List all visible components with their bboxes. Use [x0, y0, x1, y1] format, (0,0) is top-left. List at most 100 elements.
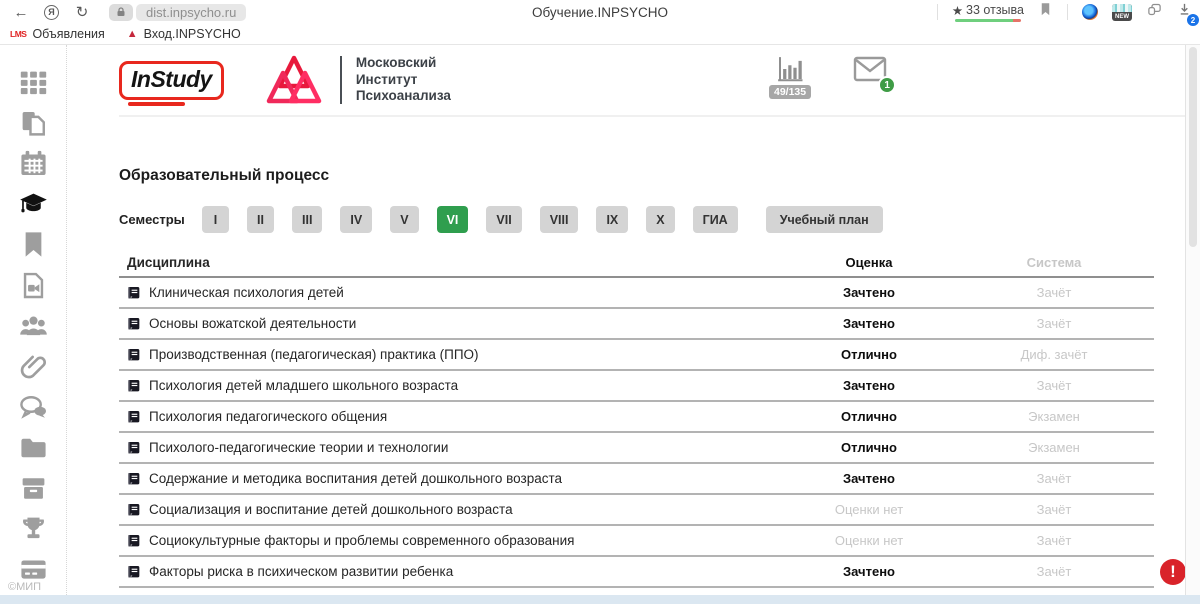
institute-logo[interactable]: Московский Институт Психоанализа: [266, 54, 451, 106]
sidebar-item-documents[interactable]: [16, 109, 50, 139]
semester-tab-учебный-план[interactable]: Учебный план: [766, 206, 883, 233]
grade-value: Оценки нет: [784, 533, 954, 548]
scrollbar[interactable]: [1185, 45, 1200, 595]
semester-tab-viii[interactable]: VIII: [540, 206, 579, 233]
table-row[interactable]: Клиническая психология детей Зачтено Зач…: [119, 278, 1154, 309]
discipline-label: Содержание и методика воспитания детей д…: [149, 471, 562, 486]
discipline-label: Производственная (педагогическая) практи…: [149, 347, 479, 362]
grade-value: Зачтено: [784, 316, 954, 331]
sidebar-item-archive[interactable]: [16, 473, 50, 503]
semester-tabs: IIIIIIIVVVIVIIVIIIIXXГИАУчебный план: [202, 206, 883, 233]
logo-divider: [340, 56, 342, 104]
mail-button[interactable]: 1: [853, 56, 887, 87]
semester-tab-v[interactable]: V: [390, 206, 418, 233]
divider: [937, 4, 938, 20]
extension-tabs-icon[interactable]: [1146, 2, 1163, 22]
sidebar-item-video-materials[interactable]: [16, 271, 50, 301]
col-system: Система: [954, 255, 1154, 270]
table-row[interactable]: Содержание и методика воспитания детей д…: [119, 464, 1154, 495]
bookmark-icon[interactable]: [1038, 2, 1053, 22]
table-header: Дисциплина Оценка Система: [119, 255, 1154, 278]
sidebar-item-education[interactable]: [16, 190, 50, 220]
alert-icon[interactable]: !: [1160, 559, 1186, 585]
sidebar-item-payments[interactable]: [16, 554, 50, 584]
system-value: Зачёт: [954, 285, 1154, 300]
back-icon[interactable]: ←: [8, 4, 34, 21]
bar-chart-icon: [775, 54, 805, 84]
bookmark-item-announcements[interactable]: LMS Объявления: [10, 27, 105, 41]
table-row[interactable]: Факторы риска в психическом развитии реб…: [119, 557, 1154, 588]
semester-tab-vi[interactable]: VI: [437, 206, 469, 233]
system-value: Зачёт: [954, 378, 1154, 393]
bookmark-item-login[interactable]: ▲ Вход.INPSYCHO: [127, 27, 241, 41]
table-row[interactable]: Социокультурные факторы и проблемы совре…: [119, 526, 1154, 557]
semester-tab-iv[interactable]: IV: [340, 206, 372, 233]
copyright-label: ©МИП: [8, 581, 41, 593]
table-row[interactable]: Психология педагогического общения Отлич…: [119, 402, 1154, 433]
grade-value: Отлично: [784, 347, 954, 362]
book-icon: [127, 472, 141, 486]
grades-table: Дисциплина Оценка Система Клиническая пс…: [119, 255, 1154, 588]
table-row[interactable]: Психолого-педагогические теории и технол…: [119, 433, 1154, 464]
sidebar-item-calendar[interactable]: [16, 149, 50, 179]
page-header: InStudy Московский Институт Психоанализа: [119, 45, 1185, 117]
col-discipline: Дисциплина: [119, 255, 784, 270]
downloads-icon[interactable]: 2: [1177, 2, 1192, 22]
grade-value: Зачтено: [784, 564, 954, 579]
page-title: Образовательный процесс: [119, 167, 1185, 185]
system-value: Экзамен: [954, 409, 1154, 424]
extension-new-icon[interactable]: NEW: [1112, 4, 1132, 21]
sidebar-item-messages[interactable]: [16, 392, 50, 422]
extension-sphere-icon[interactable]: [1082, 4, 1098, 20]
divider: [1067, 4, 1068, 20]
reload-icon[interactable]: ↻: [69, 3, 95, 21]
table-row[interactable]: Социализация и воспитание детей дошкольн…: [119, 495, 1154, 526]
bookmarks-bar: LMS Объявления ▲ Вход.INPSYCHO: [0, 24, 1200, 45]
rating-bar: [955, 19, 1021, 22]
system-value: Зачёт: [954, 564, 1154, 579]
system-value: Зачёт: [954, 316, 1154, 331]
discipline-label: Психология педагогического общения: [149, 409, 387, 424]
site-rating[interactable]: ★33 отзыва: [952, 3, 1024, 22]
scrollbar-thumb[interactable]: [1189, 47, 1197, 247]
discipline-label: Основы вожатской деятельности: [149, 316, 356, 331]
url-text[interactable]: dist.inpsycho.ru: [136, 4, 246, 21]
sidebar-item-bookmarks[interactable]: [16, 230, 50, 260]
semester-tab-гиа[interactable]: ГИА: [693, 206, 738, 233]
bottom-strip: [0, 595, 1200, 604]
discipline-label: Психолого-педагогические теории и технол…: [149, 440, 448, 455]
book-icon: [127, 348, 141, 362]
book-icon: [127, 503, 141, 517]
semester-tab-x[interactable]: X: [646, 206, 674, 233]
table-row[interactable]: Психология детей младшего школьного возр…: [119, 371, 1154, 402]
progress-stats[interactable]: 49/135: [769, 54, 811, 99]
semester-tab-iii[interactable]: III: [292, 206, 322, 233]
discipline-label: Факторы риска в психическом развитии реб…: [149, 564, 453, 579]
progress-badge: 49/135: [769, 85, 811, 99]
downloads-badge: 2: [1187, 14, 1199, 26]
instudy-logo[interactable]: InStudy: [119, 61, 224, 100]
left-sidebar: ©МИП: [0, 45, 67, 595]
system-value: Диф. зачёт: [954, 347, 1154, 362]
semesters-label: Семестры: [119, 212, 202, 227]
sidebar-item-users[interactable]: [16, 311, 50, 341]
col-grade: Оценка: [784, 255, 954, 270]
institute-name: Московский Институт Психоанализа: [356, 55, 451, 104]
sidebar-item-achievements[interactable]: [16, 514, 50, 544]
semester-tab-vii[interactable]: VII: [486, 206, 521, 233]
table-row[interactable]: Производственная (педагогическая) практи…: [119, 340, 1154, 371]
browser-home-icon[interactable]: Я: [44, 5, 59, 20]
address-bar[interactable]: dist.inpsycho.ru: [109, 4, 246, 21]
book-icon: [127, 379, 141, 393]
lock-icon[interactable]: [109, 4, 133, 21]
sidebar-item-attachments[interactable]: [16, 352, 50, 382]
sidebar-item-apps[interactable]: [16, 68, 50, 98]
semester-tab-ii[interactable]: II: [247, 206, 274, 233]
sidebar-item-files[interactable]: [16, 433, 50, 463]
discipline-label: Клиническая психология детей: [149, 285, 344, 300]
semester-tab-ix[interactable]: IX: [596, 206, 628, 233]
semester-tab-i[interactable]: I: [202, 206, 229, 233]
mail-badge: 1: [878, 76, 896, 94]
table-row[interactable]: Основы вожатской деятельности Зачтено За…: [119, 309, 1154, 340]
book-icon: [127, 286, 141, 300]
